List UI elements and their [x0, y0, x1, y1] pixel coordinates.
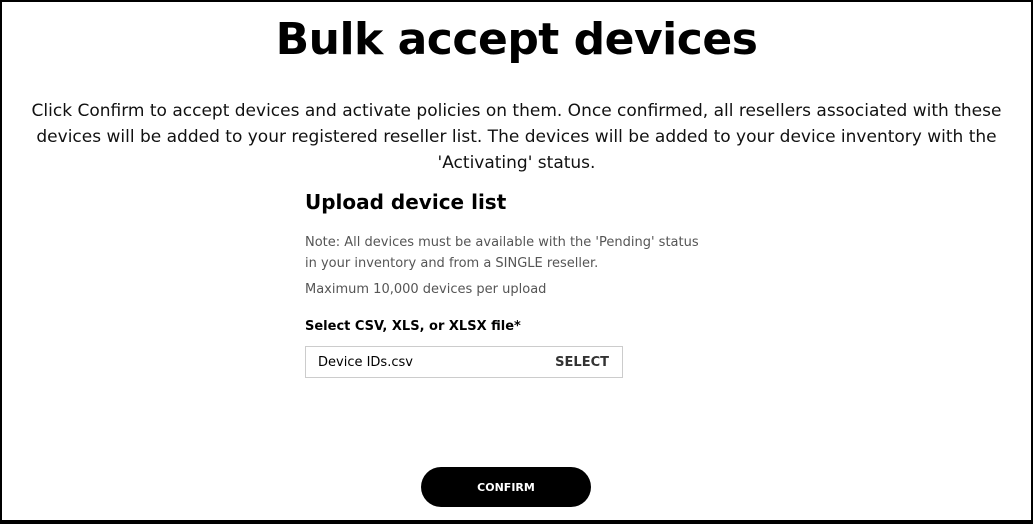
file-name: Device IDs.csv	[318, 354, 413, 370]
upload-note: Note: All devices must be available with…	[305, 235, 699, 271]
file-input[interactable]: Device IDs.csv SELECT	[305, 346, 623, 378]
upload-max: Maximum 10,000 devices per upload	[305, 282, 547, 297]
intro-text: Click Confirm to accept devices and acti…	[31, 101, 1002, 173]
upload-heading: Upload device list	[305, 190, 507, 214]
upload-section: Upload device list Note: All devices mus…	[305, 190, 705, 378]
page-title: Bulk accept devices	[275, 14, 758, 65]
select-file-button[interactable]: SELECT	[555, 355, 609, 370]
file-field-label: Select CSV, XLS, or XLSX file*	[305, 319, 521, 334]
confirm-button[interactable]: CONFIRM	[421, 467, 591, 507]
